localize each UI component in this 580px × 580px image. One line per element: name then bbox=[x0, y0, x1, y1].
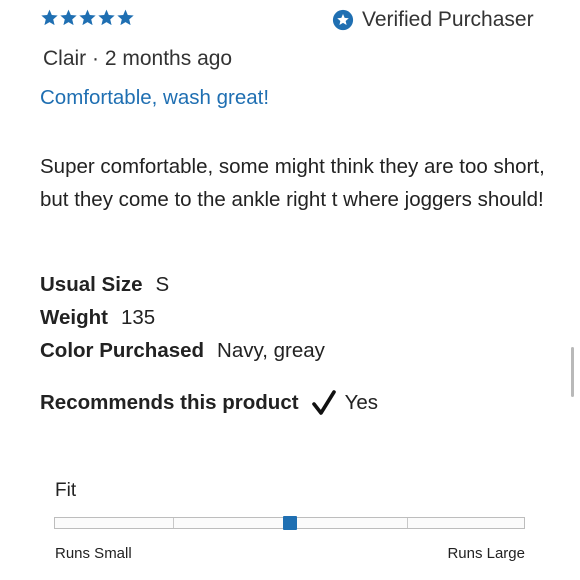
attribute-value: Navy, greay bbox=[217, 338, 325, 362]
fit-label: Fit bbox=[55, 480, 77, 501]
recommends-label: Recommends this product bbox=[40, 391, 299, 414]
attribute-value: 135 bbox=[120, 305, 156, 329]
attribute-label: Color Purchased bbox=[40, 338, 205, 362]
review-byline: Clair · 2 months ago bbox=[43, 47, 232, 71]
review-body: Super comfortable, some might think they… bbox=[40, 155, 545, 211]
byline-separator: · bbox=[92, 47, 100, 70]
attribute-usual-size: Usual Size S bbox=[40, 268, 325, 301]
attribute-value: S bbox=[155, 272, 170, 296]
fit-indicator bbox=[282, 516, 297, 530]
author-name: Clair bbox=[43, 47, 87, 70]
star-icon bbox=[60, 9, 77, 26]
verified-label: Verified Purchaser bbox=[362, 8, 534, 31]
fit-min-label: Runs Small bbox=[55, 545, 132, 562]
checkmark-icon bbox=[311, 390, 336, 415]
fit-scale bbox=[54, 516, 525, 530]
recommends-value: Yes bbox=[344, 391, 379, 414]
star-icon bbox=[41, 9, 58, 26]
fit-scale-divider bbox=[173, 518, 174, 528]
attribute-color-purchased: Color Purchased Navy, greay bbox=[40, 334, 325, 367]
fit-scale-divider bbox=[407, 518, 408, 528]
star-icon bbox=[117, 9, 134, 26]
fit-max-label: Runs Large bbox=[447, 545, 525, 562]
star-icon bbox=[79, 9, 96, 26]
scrollbar[interactable] bbox=[571, 347, 574, 397]
verified-star-icon bbox=[332, 9, 354, 31]
review-date: 2 months ago bbox=[104, 47, 233, 70]
attribute-label: Usual Size bbox=[40, 272, 143, 296]
review-title: Comfortable, wash great! bbox=[40, 86, 270, 109]
attribute-weight: Weight 135 bbox=[40, 301, 325, 334]
recommends-row: Recommends this product Yes bbox=[40, 386, 378, 420]
review-attributes: Usual Size S Weight 135 Color Purchased … bbox=[40, 268, 325, 367]
star-icon bbox=[98, 9, 115, 26]
attribute-label: Weight bbox=[40, 305, 108, 329]
star-rating bbox=[40, 8, 135, 27]
verified-purchaser-badge: Verified Purchaser bbox=[332, 8, 534, 32]
